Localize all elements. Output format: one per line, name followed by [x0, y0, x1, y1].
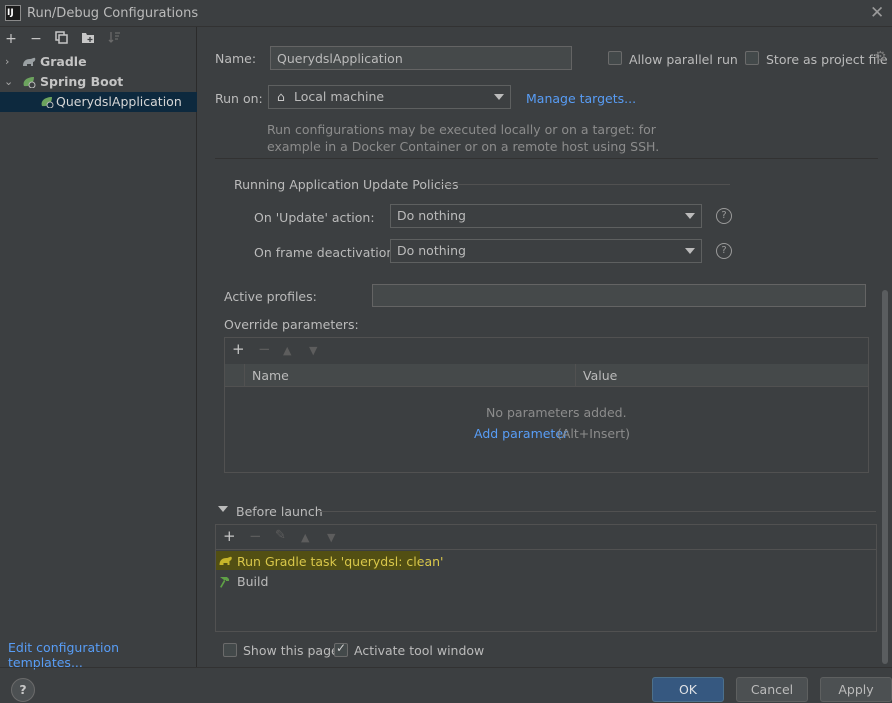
add-icon[interactable]: + [3, 31, 19, 47]
move-up-icon[interactable]: ▲ [283, 344, 291, 357]
configuration-tree-panel: + − › Gradle ⌄ Spring Boot QuerydslAppli… [0, 27, 197, 670]
column-header-value[interactable]: Value [583, 368, 617, 383]
remove-icon[interactable]: − [28, 31, 44, 47]
show-this-page-checkbox[interactable] [223, 643, 237, 657]
add-parameter-link[interactable]: Add parameter [474, 426, 568, 441]
edit-configuration-templates-link[interactable]: Edit configuration templates... [8, 640, 196, 670]
divider [318, 511, 876, 512]
chevron-down-icon[interactable] [218, 506, 228, 512]
store-as-project-file-label: Store as project file [766, 52, 888, 67]
sort-icon[interactable] [106, 31, 122, 48]
list-item[interactable]: Build [216, 572, 876, 591]
folder-icon[interactable] [80, 31, 96, 48]
tree-item-label: Gradle [40, 54, 87, 69]
on-frame-deactivation-select[interactable]: Do nothing [390, 239, 702, 263]
on-frame-deactivation-value: Do nothing [397, 243, 466, 258]
tree-item-label: Spring Boot [40, 74, 124, 89]
intellij-icon: IJ [5, 5, 21, 21]
add-task-icon[interactable]: + [223, 527, 236, 545]
divider [216, 549, 876, 550]
cancel-button[interactable]: Cancel [736, 677, 808, 702]
spring-boot-icon [23, 77, 36, 88]
hammer-icon [220, 577, 229, 588]
run-on-hint-line2: example in a Docker Container or on a re… [267, 139, 660, 154]
override-parameters-label: Override parameters: [224, 317, 359, 332]
allow-parallel-run-label: Allow parallel run [629, 52, 738, 67]
close-icon[interactable]: ✕ [870, 3, 884, 23]
on-update-action-label: On 'Update' action: [254, 210, 375, 225]
gradle-icon [23, 57, 36, 66]
divider [439, 184, 730, 185]
on-update-action-value: Do nothing [397, 208, 466, 223]
active-profiles-label: Active profiles: [224, 289, 317, 304]
chevron-right-icon[interactable]: › [5, 52, 9, 72]
add-parameter-icon[interactable]: + [232, 340, 245, 358]
manage-targets-link[interactable]: Manage targets... [526, 91, 636, 106]
allow-parallel-run-checkbox[interactable] [608, 51, 622, 65]
active-profiles-input[interactable] [372, 284, 866, 307]
scroll-area-top-border [215, 158, 878, 159]
move-down-icon[interactable]: ▼ [309, 344, 317, 357]
gradle-icon [219, 556, 232, 565]
help-icon[interactable]: ? [716, 208, 732, 224]
scrollbar-thumb[interactable] [882, 290, 888, 664]
chevron-down-icon[interactable]: ⌄ [4, 72, 13, 92]
ok-button[interactable]: OK [652, 677, 724, 702]
remove-task-icon[interactable]: − [249, 527, 262, 545]
column-header-name[interactable]: Name [252, 368, 289, 383]
spring-boot-icon [41, 97, 54, 108]
run-on-value: Local machine [294, 89, 385, 104]
update-policies-title: Running Application Update Policies [234, 177, 459, 192]
activate-tool-window-label: Activate tool window [354, 643, 485, 658]
move-down-icon[interactable]: ▼ [327, 531, 335, 544]
help-icon[interactable]: ? [716, 243, 732, 259]
remove-parameter-icon[interactable]: − [258, 340, 271, 358]
show-this-page-label: Show this page [243, 643, 339, 658]
run-on-label: Run on: [215, 91, 263, 106]
divider [0, 667, 892, 668]
home-icon: ⌂ [277, 89, 285, 104]
window-title: Run/Debug Configurations [27, 6, 199, 21]
chevron-down-icon [685, 248, 695, 254]
help-button[interactable]: ? [11, 678, 35, 702]
edit-task-icon[interactable]: ✎ [275, 528, 286, 543]
chevron-down-icon [685, 213, 695, 219]
tree-item-querydsl-application[interactable]: QuerydslApplication [0, 92, 197, 112]
name-label: Name: [215, 51, 257, 66]
chevron-down-icon [494, 94, 504, 100]
add-parameter-shortcut: (Alt+Insert) [557, 426, 631, 441]
list-item-label: Run Gradle task 'querydsl: clean' [237, 554, 444, 569]
store-as-project-file-checkbox[interactable] [745, 51, 759, 65]
tree-item-gradle[interactable]: › Gradle [0, 52, 197, 72]
list-item[interactable]: Run Gradle task 'querydsl: clean' [216, 552, 876, 571]
before-launch-title[interactable]: Before launch [236, 504, 323, 519]
empty-table-text: No parameters added. [486, 405, 627, 420]
table-header: Name Value [225, 364, 868, 387]
move-up-icon[interactable]: ▲ [301, 531, 309, 544]
on-frame-deactivation-label: On frame deactivation: [254, 245, 399, 260]
tree-item-spring-boot[interactable]: ⌄ Spring Boot [0, 72, 197, 92]
apply-button[interactable]: Apply [820, 677, 892, 702]
run-on-select[interactable]: ⌂ Local machine [268, 85, 511, 109]
run-on-hint-line1: Run configurations may be executed local… [267, 122, 656, 137]
activate-tool-window-checkbox[interactable] [334, 641, 348, 657]
copy-icon[interactable] [53, 31, 69, 48]
list-item-label: Build [237, 574, 269, 589]
gear-icon[interactable]: ⚙ [874, 49, 887, 65]
on-update-action-select[interactable]: Do nothing [390, 204, 702, 228]
tree-item-label: QuerydslApplication [56, 94, 182, 109]
name-input[interactable] [270, 46, 572, 70]
